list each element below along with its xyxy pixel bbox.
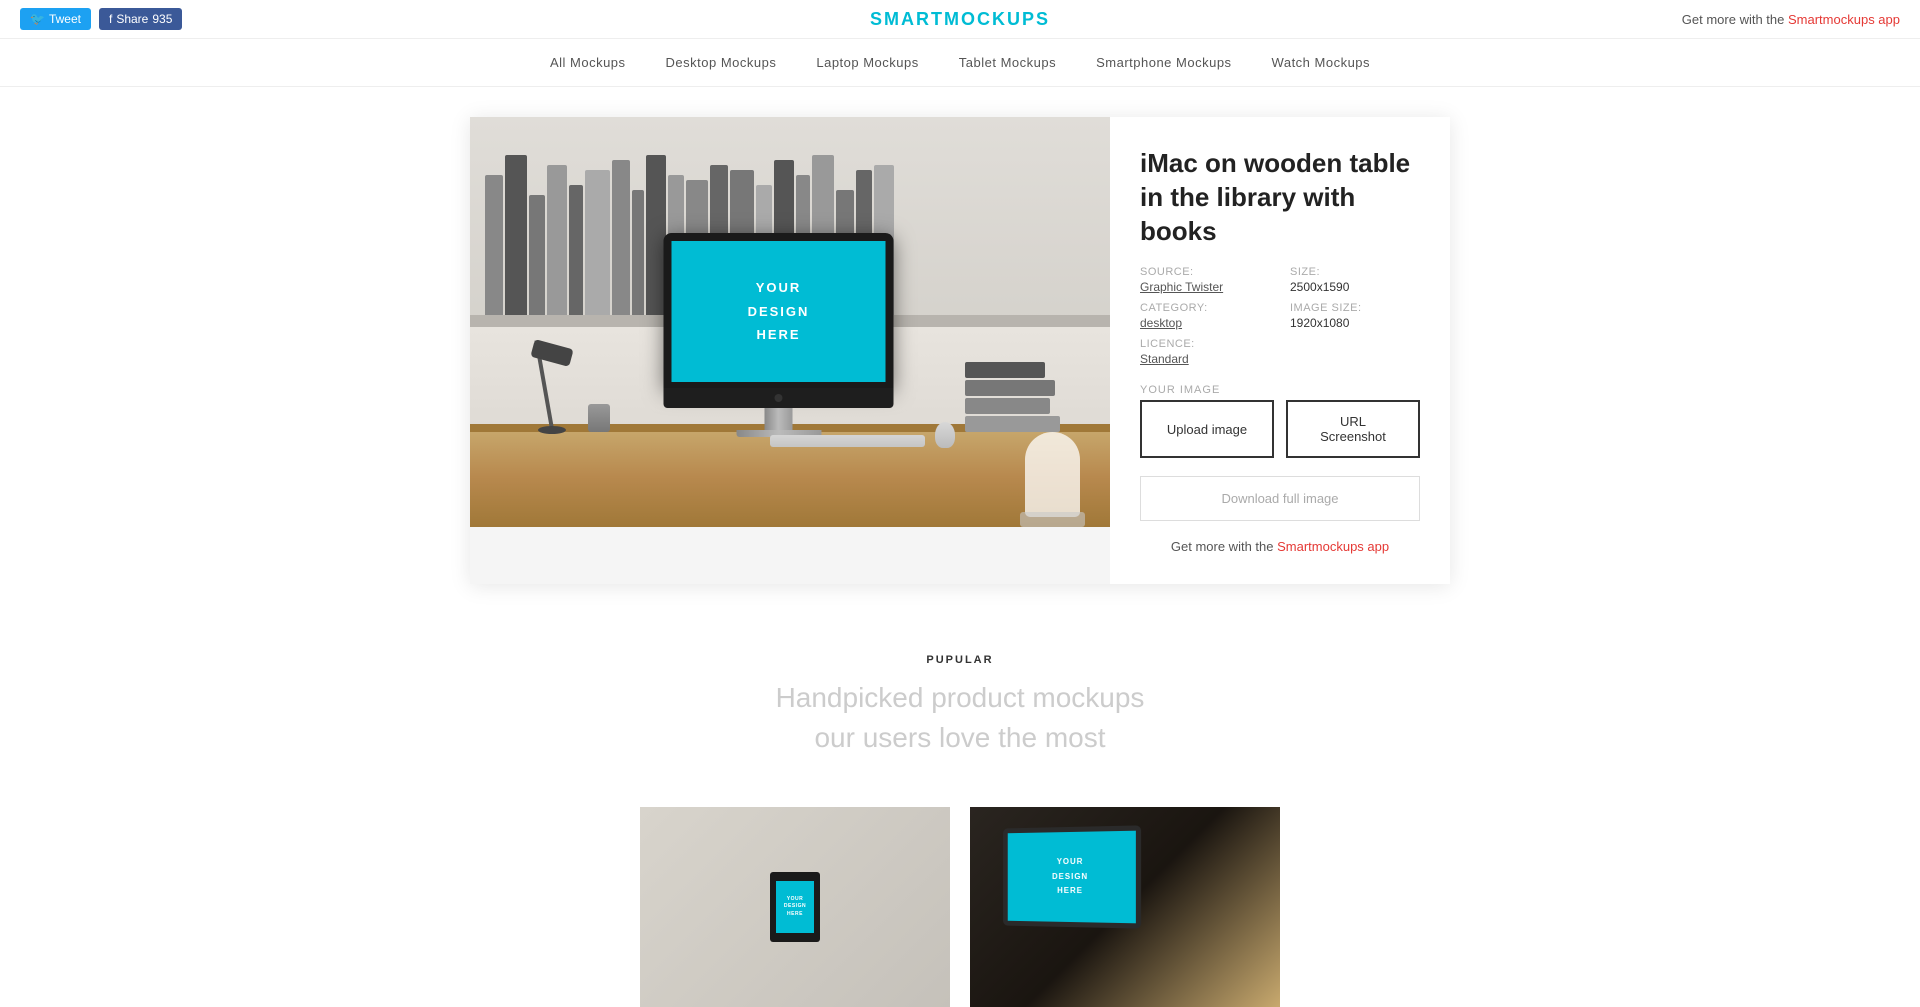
info-panel: iMac on wooden table in the library with… [1110, 117, 1450, 584]
top-bar: 🐦 Tweet f Share 935 SMARTMOCKUPS Get mor… [0, 0, 1920, 39]
image-size-label: IMAGE SIZE: [1290, 302, 1420, 314]
book [585, 170, 610, 315]
get-more-section: Get more with the Smartmockups app [1140, 539, 1420, 554]
share-count: 935 [152, 12, 172, 26]
source-value: Graphic Twister [1140, 280, 1270, 294]
meta-category: CATEGORY: desktop [1140, 302, 1270, 330]
size-label: SIZE: [1290, 266, 1420, 278]
meta-image-size: IMAGE SIZE: 1920x1080 [1290, 302, 1420, 330]
imac-bezel: YOUR DESIGN HERE [664, 233, 894, 388]
your-image-section: YOUR IMAGE Upload image URL Screenshot [1140, 384, 1420, 458]
book [485, 175, 503, 315]
main-navigation: All Mockups Desktop Mockups Laptop Mocku… [0, 39, 1920, 87]
tweet-label: Tweet [49, 12, 81, 26]
action-buttons: Upload image URL Screenshot [1140, 400, 1420, 458]
screen-text-1: YOUR [756, 276, 802, 299]
chair-back [1025, 432, 1080, 517]
licence-label: LICENCE: [1140, 338, 1270, 350]
book [569, 185, 583, 315]
product-card-2[interactable]: YOURDESIGNHERE [970, 807, 1280, 1007]
twitter-icon: 🐦 [30, 12, 45, 26]
your-image-label: YOUR IMAGE [1140, 384, 1420, 396]
product-card-2-screen: YOURDESIGNHERE [1008, 830, 1136, 923]
book [612, 160, 630, 315]
share-label: Share [116, 12, 148, 26]
imac-mouse [935, 422, 955, 448]
popular-title-line2: our users love the most [20, 718, 1900, 757]
url-screenshot-button[interactable]: URL Screenshot [1286, 400, 1420, 458]
size-value: 2500x1590 [1290, 280, 1420, 294]
image-size-value: 1920x1080 [1290, 316, 1420, 330]
mockup-meta: SOURCE: Graphic Twister SIZE: 2500x1590 … [1140, 266, 1420, 366]
book [529, 195, 545, 315]
room-scene: YOUR DESIGN HERE [470, 117, 1110, 527]
lamp-base [538, 426, 566, 434]
category-value: desktop [1140, 316, 1270, 330]
imac: YOUR DESIGN HERE [664, 233, 894, 437]
imac-stand-neck [765, 408, 793, 430]
product-card-1-screen: YOURDESIGNHERE [776, 881, 814, 933]
popular-label: PUPULAR [20, 654, 1900, 666]
get-more-link[interactable]: Smartmockups app [1277, 539, 1389, 554]
licence-link[interactable]: Standard [1140, 352, 1189, 366]
popular-section: PUPULAR Handpicked product mockups our u… [0, 614, 1920, 776]
facebook-icon: f [109, 12, 112, 26]
chair-seat [1020, 512, 1085, 527]
mockup-card: YOUR DESIGN HERE [470, 117, 1450, 584]
get-more-static: Get more with the [1171, 539, 1277, 554]
meta-source: SOURCE: Graphic Twister [1140, 266, 1270, 294]
promo-static: Get more with the [1682, 12, 1788, 27]
product-card-1[interactable]: YOURDESIGNHERE [640, 807, 950, 1007]
licence-value: Standard [1140, 352, 1270, 366]
main-content: YOUR DESIGN HERE [0, 87, 1920, 614]
imac-keyboard [770, 435, 925, 447]
product-card-2-bg: YOURDESIGNHERE [970, 807, 1280, 1007]
book [547, 165, 567, 315]
product-card-1-device: YOURDESIGNHERE [770, 872, 820, 942]
screen-text-3: HERE [756, 323, 800, 346]
screen-text-2: DESIGN [748, 300, 810, 323]
popular-title-line1: Handpicked product mockups [20, 678, 1900, 717]
brand-name: SMARTMOCKUPS [870, 9, 1050, 29]
nav-item-watch[interactable]: Watch Mockups [1272, 55, 1371, 70]
brand-center: SMARTMOCKUPS [870, 9, 1050, 30]
mockup-title: iMac on wooden table in the library with… [1140, 147, 1420, 248]
product-card-2-tablet: YOURDESIGNHERE [1003, 825, 1141, 928]
meta-licence: LICENCE: Standard [1140, 338, 1270, 366]
source-link[interactable]: Graphic Twister [1140, 280, 1223, 294]
chair [1010, 377, 1090, 527]
nav-item-laptop[interactable]: Laptop Mockups [816, 55, 918, 70]
nav-item-smartphone[interactable]: Smartphone Mockups [1096, 55, 1231, 70]
desk-book-1 [965, 362, 1045, 378]
imac-chin [664, 388, 894, 408]
nav-item-all[interactable]: All Mockups [550, 55, 626, 70]
category-label: CATEGORY: [1140, 302, 1270, 314]
book [505, 155, 527, 315]
product-card-1-bg: YOURDESIGNHERE [640, 807, 950, 1007]
download-button[interactable]: Download full image [1140, 476, 1420, 521]
lamp [550, 339, 554, 429]
tweet-button[interactable]: 🐦 Tweet [20, 8, 91, 30]
mockup-image-area: YOUR DESIGN HERE [470, 117, 1110, 584]
promo-text: Get more with the Smartmockups app [1682, 12, 1900, 27]
book [632, 190, 644, 315]
meta-size: SIZE: 2500x1590 [1290, 266, 1420, 294]
nav-item-tablet[interactable]: Tablet Mockups [959, 55, 1056, 70]
category-link[interactable]: desktop [1140, 316, 1182, 330]
product-grid: YOURDESIGNHERE YOURDESIGNHERE [0, 777, 1920, 1007]
imac-screen: YOUR DESIGN HERE [672, 241, 886, 382]
upload-image-button[interactable]: Upload image [1140, 400, 1274, 458]
imac-camera [775, 394, 783, 402]
popular-title: Handpicked product mockups our users lov… [20, 678, 1900, 756]
source-label: SOURCE: [1140, 266, 1270, 278]
pen-holder [588, 404, 610, 432]
share-button[interactable]: f Share 935 [99, 8, 182, 30]
social-buttons: 🐦 Tweet f Share 935 [20, 8, 182, 30]
promo-link[interactable]: Smartmockups app [1788, 12, 1900, 27]
nav-item-desktop[interactable]: Desktop Mockups [666, 55, 777, 70]
